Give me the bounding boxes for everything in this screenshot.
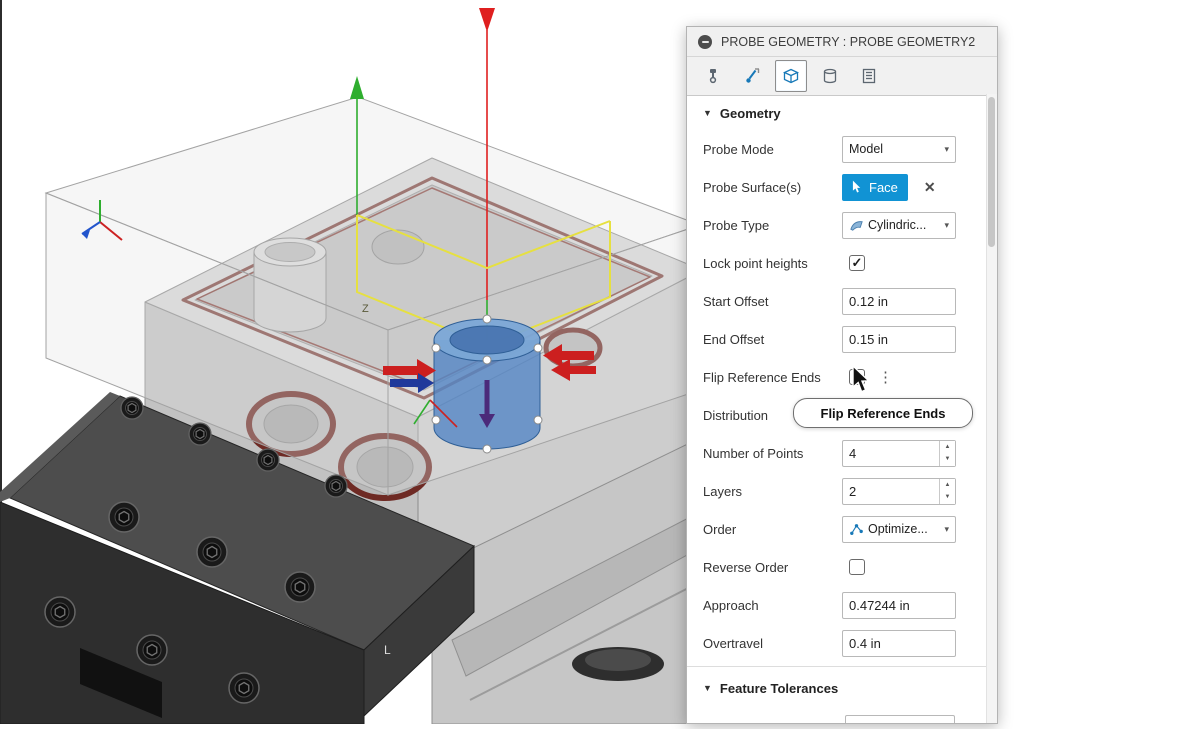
number-of-points-label: Number of Points xyxy=(703,446,842,461)
clear-selection-icon[interactable]: ✕ xyxy=(924,179,936,196)
overtravel-input[interactable] xyxy=(842,630,956,657)
row-probe-type: Probe Type Cylindric... ▾ xyxy=(687,206,997,244)
probe-mode-label: Probe Mode xyxy=(703,142,842,157)
dialog-title: PROBE GEOMETRY : PROBE GEOMETRY2 xyxy=(721,35,975,49)
flip-reference-ends-label: Flip Reference Ends xyxy=(703,370,842,385)
y-axis-arrow xyxy=(479,8,495,32)
tab-heights[interactable] xyxy=(814,60,846,92)
z-axis-label: Z xyxy=(362,303,369,315)
start-offset-input[interactable] xyxy=(842,288,956,315)
row-end-offset: End Offset xyxy=(687,320,997,358)
layers-label: Layers xyxy=(703,484,842,499)
approach-input[interactable] xyxy=(842,592,956,619)
order-dropdown[interactable]: Optimize... ▾ xyxy=(842,516,956,543)
reverse-order-checkbox[interactable] xyxy=(849,559,865,575)
approach-label: Approach xyxy=(703,598,842,613)
collapse-arrow-icon: ▼ xyxy=(703,108,712,118)
check-icon: ✓ xyxy=(852,255,863,271)
collapse-arrow-icon: ▼ xyxy=(703,683,712,693)
overtravel-label: Overtravel xyxy=(703,636,842,651)
heights-cylinder-icon xyxy=(822,68,838,84)
dialog-titlebar[interactable]: PROBE GEOMETRY : PROBE GEOMETRY2 xyxy=(687,27,997,57)
row-probe-surfaces: Probe Surface(s) Face ✕ xyxy=(687,168,997,206)
clipped-input[interactable] xyxy=(845,715,955,724)
end-offset-label: End Offset xyxy=(703,332,842,347)
lock-point-heights-checkbox[interactable]: ✓ xyxy=(849,255,865,271)
row-lock-point-heights: Lock point heights ✓ xyxy=(687,244,997,282)
tab-probe[interactable] xyxy=(736,60,768,92)
cylindrical-face-icon xyxy=(849,218,864,233)
row-flip-reference-ends: Flip Reference Ends ⋮ xyxy=(687,358,997,396)
select-cursor-icon xyxy=(852,180,863,194)
stepper-up-icon[interactable]: ▲ xyxy=(940,441,955,454)
z-axis-arrow xyxy=(350,76,364,99)
row-order: Order Optimize... ▾ xyxy=(687,510,997,548)
row-reverse-order: Reverse Order xyxy=(687,548,997,586)
row-layers: Layers ▲ ▼ xyxy=(687,472,997,510)
tool-icon xyxy=(705,68,721,84)
panel-scrollbar[interactable] xyxy=(986,94,997,723)
section-divider xyxy=(687,666,997,667)
probe-mode-dropdown[interactable]: Model ▾ xyxy=(842,136,956,163)
geometry-cube-icon xyxy=(783,68,799,84)
section-feature-tolerances[interactable]: ▼ Feature Tolerances xyxy=(687,671,997,705)
row-start-offset: Start Offset xyxy=(687,282,997,320)
tab-geometry[interactable] xyxy=(775,60,807,92)
probe-type-dropdown[interactable]: Cylindric... ▾ xyxy=(842,212,956,239)
chevron-down-icon: ▾ xyxy=(944,144,949,155)
order-label: Order xyxy=(703,522,842,537)
panel-grip-icon[interactable] xyxy=(698,35,712,49)
passes-list-icon xyxy=(861,68,877,84)
row-clipped xyxy=(687,715,997,724)
probe-path-icon xyxy=(744,68,760,84)
section-feature-tolerances-title: Feature Tolerances xyxy=(720,681,838,696)
row-number-of-points: Number of Points ▲ ▼ xyxy=(687,434,997,472)
face-selection-button[interactable]: Face xyxy=(842,174,908,201)
tab-passes[interactable] xyxy=(853,60,885,92)
probe-geometry-dialog: PROBE GEOMETRY : PROBE GEOMETRY2 xyxy=(686,26,998,724)
overflow-menu-icon[interactable]: ⋮ xyxy=(878,370,893,385)
section-geometry-title: Geometry xyxy=(720,106,781,121)
viewport-3d[interactable]: L Z xyxy=(0,0,1204,724)
stepper-down-icon[interactable]: ▼ xyxy=(940,453,955,466)
layers-stepper: ▲ ▼ xyxy=(842,478,956,505)
chevron-down-icon: ▾ xyxy=(944,524,949,535)
flip-reference-ends-checkbox[interactable] xyxy=(849,369,865,385)
optimize-order-icon xyxy=(849,522,864,537)
row-overtravel: Overtravel xyxy=(687,624,997,662)
lock-point-heights-label: Lock point heights xyxy=(703,256,842,271)
number-of-points-stepper: ▲ ▼ xyxy=(842,440,956,467)
reverse-order-label: Reverse Order xyxy=(703,560,842,575)
model-scene: L Z xyxy=(0,0,1204,724)
stepper-down-icon[interactable]: ▼ xyxy=(940,491,955,504)
flip-reference-ends-tooltip: Flip Reference Ends xyxy=(793,398,973,428)
end-offset-input[interactable] xyxy=(842,326,956,353)
probe-type-label: Probe Type xyxy=(703,218,842,233)
start-offset-label: Start Offset xyxy=(703,294,842,309)
row-approach: Approach xyxy=(687,586,997,624)
dialog-tabs xyxy=(687,57,997,96)
row-probe-mode: Probe Mode Model ▾ xyxy=(687,130,997,168)
section-geometry[interactable]: ▼ Geometry xyxy=(687,96,997,130)
tab-tool[interactable] xyxy=(697,60,729,92)
vise-label: L xyxy=(384,643,391,657)
scrollbar-thumb[interactable] xyxy=(988,97,995,247)
chevron-down-icon: ▾ xyxy=(944,220,949,231)
stepper-up-icon[interactable]: ▲ xyxy=(940,479,955,492)
probe-surfaces-label: Probe Surface(s) xyxy=(703,180,842,195)
